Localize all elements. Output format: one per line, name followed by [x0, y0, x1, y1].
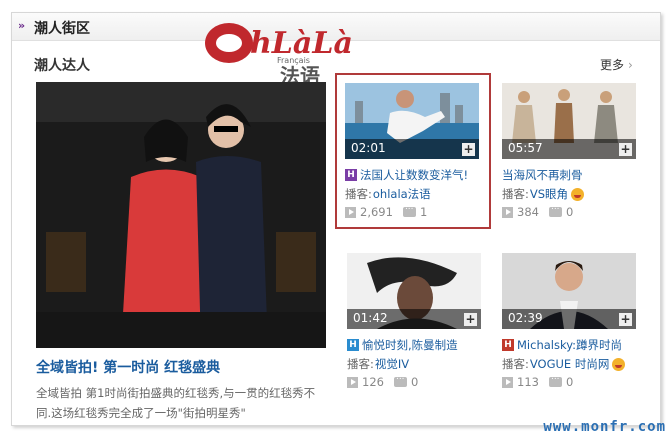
hd-badge-icon: H [345, 169, 357, 181]
video-title-link[interactable]: 当海风不再刺骨 [502, 167, 583, 183]
smiley-icon [571, 187, 585, 201]
section-title: 潮人达人 [34, 58, 90, 74]
featured-description: 全域皆拍 第1时尚街拍盛典的红毯秀,与一贯的红毯秀不同.这场红毯秀完全成了一场"… [36, 386, 316, 420]
video-duration: 02:01 [351, 141, 386, 155]
video-thumbnail[interactable]: 02:39 + [502, 253, 636, 329]
play-count-icon [347, 376, 358, 388]
add-icon[interactable]: + [464, 313, 477, 326]
video-card[interactable]: 01:42 + H愉悦时刻,陈曼制造 播客: 视觉IV 126 0 [347, 253, 483, 389]
video-card[interactable]: 02:01 + H法国人让数数变洋气! 播客: ohlala法语 2,691 1 [335, 73, 491, 229]
video-thumbnail[interactable]: 02:01 + [345, 83, 479, 159]
author-label: 播客: [345, 187, 372, 201]
comment-count: 1 [419, 205, 428, 219]
smiley-icon [612, 357, 626, 371]
author-label: 播客: [502, 357, 529, 371]
comment-count: 0 [565, 375, 574, 389]
video-duration: 01:42 [353, 311, 388, 325]
play-count-icon [345, 206, 356, 218]
ohlala-logo: hLàLà Français 法语 [205, 23, 353, 87]
video-panel: » 潮人街区 hLàLà Français 法语 潮人达人 更多 › 全域皆拍! … [11, 12, 661, 426]
video-duration: 02:39 [508, 311, 543, 325]
chevron-right-icon: › [628, 58, 633, 72]
site-watermark: www.monfr.com [543, 419, 666, 435]
video-title-link[interactable]: 愉悦时刻,陈曼制造 [362, 337, 458, 353]
author-link[interactable]: 视觉IV [375, 356, 409, 372]
author-label: 播客: [502, 187, 529, 201]
video-duration: 05:57 [508, 141, 543, 155]
video-thumbnail[interactable]: 05:57 + [502, 83, 636, 159]
comment-icon [548, 372, 562, 387]
hd-badge-icon: H [347, 339, 359, 351]
author-label: 播客: [347, 357, 374, 371]
more-link[interactable]: 更多 › [600, 56, 633, 73]
play-count-icon [502, 206, 513, 218]
comment-icon [548, 202, 562, 217]
video-title-link[interactable]: 法国人让数数变洋气! [360, 167, 468, 183]
featured-image[interactable] [36, 82, 326, 348]
play-count: 126 [362, 375, 384, 389]
author-link[interactable]: ohlala法语 [373, 186, 431, 202]
double-arrow-icon: » [18, 19, 25, 32]
video-thumbnail[interactable]: 01:42 + [347, 253, 481, 329]
comment-icon [393, 372, 407, 387]
video-title-link[interactable]: Michalsky:蹲界时尚 [517, 337, 622, 353]
author-link[interactable]: VS眼角 [530, 186, 568, 202]
play-count: 113 [517, 375, 539, 389]
comment-count: 0 [410, 375, 419, 389]
video-card[interactable]: 02:39 + H Michalsky:蹲界时尚 播客: VOGUE 时尚网 11… [502, 253, 638, 389]
add-icon[interactable]: + [619, 313, 632, 326]
author-link[interactable]: VOGUE 时尚网 [530, 356, 609, 372]
play-count-icon [502, 376, 513, 388]
hd-badge-icon: H [502, 339, 514, 351]
panel-title: 潮人街区 [34, 21, 90, 37]
add-icon[interactable]: + [462, 143, 475, 156]
featured-title-link[interactable]: 全域皆拍! 第一时尚 红毯盛典 [36, 357, 220, 377]
play-count: 384 [517, 205, 539, 219]
video-card[interactable]: 05:57 + 当海风不再刺骨 播客: VS眼角 384 0 [502, 83, 638, 219]
comment-icon [402, 202, 416, 217]
comment-count: 0 [565, 205, 574, 219]
play-count: 2,691 [360, 205, 393, 219]
add-icon[interactable]: + [619, 143, 632, 156]
